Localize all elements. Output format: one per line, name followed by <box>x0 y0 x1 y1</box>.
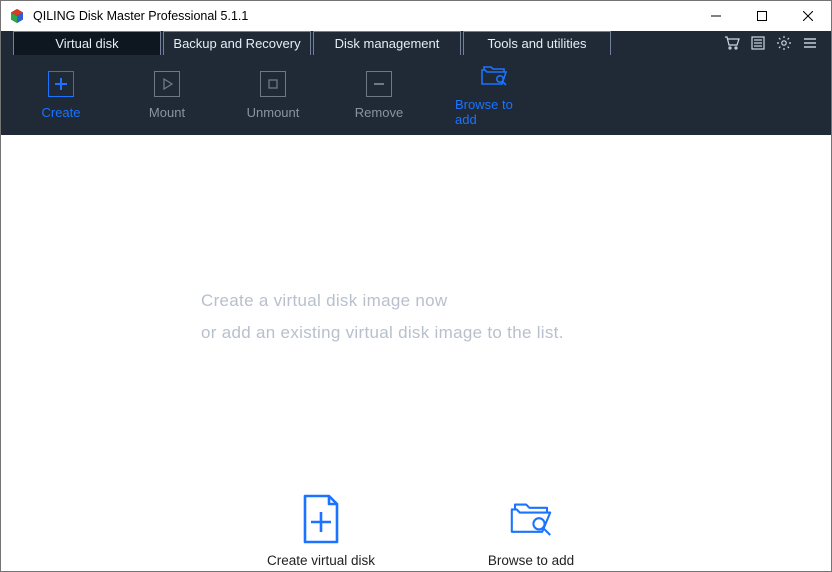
app-window: QILING Disk Master Professional 5.1.1 Vi… <box>0 0 832 572</box>
toolbar-label: Unmount <box>247 105 300 120</box>
minus-icon <box>366 71 392 97</box>
toolbar-unmount[interactable]: Unmount <box>243 71 303 120</box>
add-document-icon <box>297 495 345 543</box>
toolbar-browse-to-add[interactable]: Browse to add <box>455 63 535 127</box>
action-label: Browse to add <box>488 553 574 570</box>
tab-label: Backup and Recovery <box>173 36 300 51</box>
toolbar: Create Mount Unmount Remove <box>1 55 831 135</box>
cart-icon[interactable] <box>723 34 741 52</box>
tab-label: Virtual disk <box>55 36 118 51</box>
message-line-1: Create a virtual disk image now <box>201 285 661 317</box>
folder-search-icon <box>507 495 555 543</box>
app-icon <box>9 8 25 24</box>
window-title: QILING Disk Master Professional 5.1.1 <box>33 9 248 23</box>
empty-state-actions: Create virtual disk Browse to add <box>261 495 591 570</box>
tab-disk-management[interactable]: Disk management <box>313 31 461 55</box>
message-line-2: or add an existing virtual disk image to… <box>201 317 661 349</box>
tab-tools-utilities[interactable]: Tools and utilities <box>463 31 611 55</box>
titlebar: QILING Disk Master Professional 5.1.1 <box>1 1 831 31</box>
action-label: Create virtual disk <box>267 553 375 570</box>
toolbar-label: Browse to add <box>455 97 535 127</box>
menu-icon[interactable] <box>801 34 819 52</box>
play-icon <box>154 71 180 97</box>
tab-bar: Virtual disk Backup and Recovery Disk ma… <box>1 31 831 55</box>
main-content: Create a virtual disk image now or add a… <box>1 135 831 571</box>
toolbar-label: Mount <box>149 105 185 120</box>
header-dark: Virtual disk Backup and Recovery Disk ma… <box>1 31 831 135</box>
toolbar-mount[interactable]: Mount <box>137 71 197 120</box>
toolbar-label: Remove <box>355 105 403 120</box>
plus-icon <box>48 71 74 97</box>
maximize-button[interactable] <box>739 1 785 31</box>
toolbar-remove[interactable]: Remove <box>349 71 409 120</box>
close-button[interactable] <box>785 1 831 31</box>
minimize-button[interactable] <box>693 1 739 31</box>
tab-virtual-disk[interactable]: Virtual disk <box>13 31 161 55</box>
gear-icon[interactable] <box>775 34 793 52</box>
tab-label: Disk management <box>335 36 440 51</box>
toolbar-label: Create <box>41 105 80 120</box>
stop-icon <box>260 71 286 97</box>
empty-state-message: Create a virtual disk image now or add a… <box>201 285 661 350</box>
tab-label: Tools and utilities <box>488 36 587 51</box>
tab-backup-recovery[interactable]: Backup and Recovery <box>163 31 311 55</box>
header-icon-bar <box>723 31 831 55</box>
action-browse-to-add[interactable]: Browse to add <box>471 495 591 570</box>
folder-search-icon <box>479 63 511 89</box>
list-icon[interactable] <box>749 34 767 52</box>
toolbar-create[interactable]: Create <box>31 71 91 120</box>
action-create-virtual-disk[interactable]: Create virtual disk <box>261 495 381 570</box>
